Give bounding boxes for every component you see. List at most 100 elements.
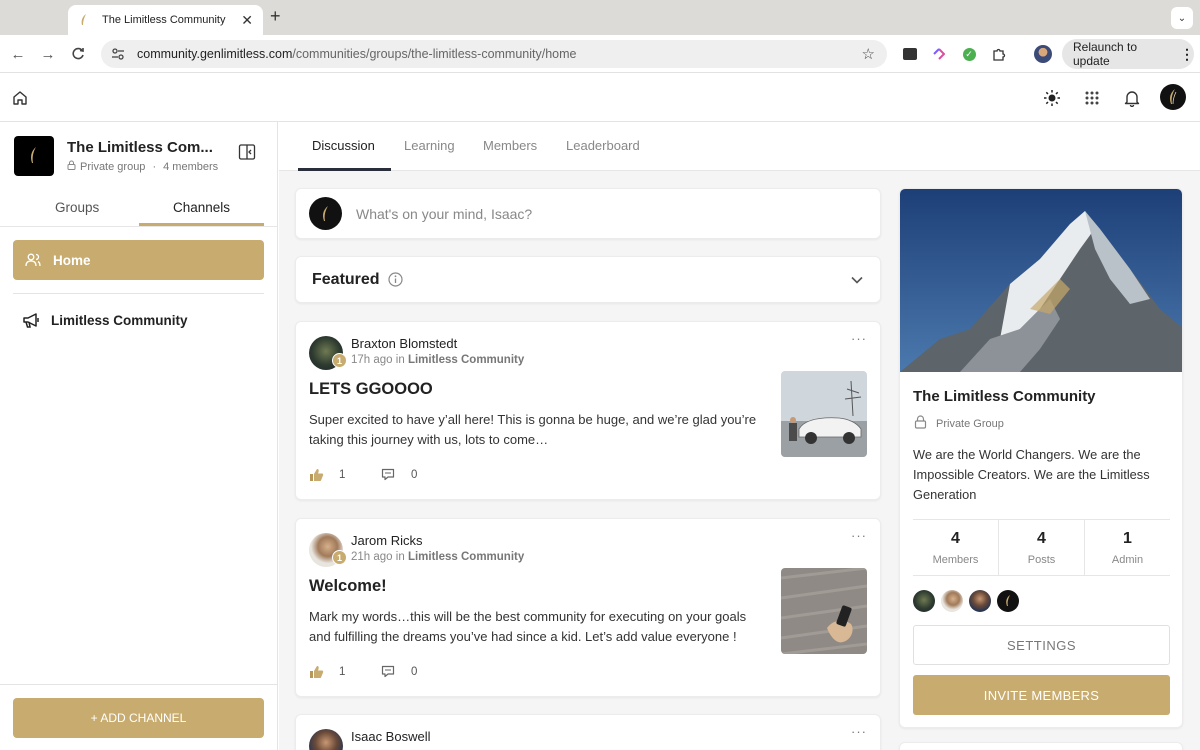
more-options-icon[interactable]: ··· xyxy=(851,724,867,739)
browser-menu-icon[interactable]: ⋮ xyxy=(1180,46,1194,63)
megaphone-icon xyxy=(22,312,41,329)
community-title: The Limitless Community xyxy=(913,388,1096,405)
post-thumbnail-car[interactable] xyxy=(781,371,867,457)
post-title[interactable]: LETS GGOOOO xyxy=(309,380,433,399)
add-channel-button[interactable]: + ADD CHANNEL xyxy=(13,698,264,738)
extension-icon-dark[interactable] xyxy=(901,45,919,63)
member-avatar[interactable] xyxy=(997,590,1019,612)
featured-section[interactable]: Featured xyxy=(295,256,881,303)
post-author[interactable]: Braxton Blomstedt xyxy=(351,336,457,351)
member-avatar[interactable] xyxy=(913,590,935,612)
sidebar-bottom-divider xyxy=(0,684,278,685)
comment-icon xyxy=(381,468,395,481)
theme-sun-icon[interactable] xyxy=(1041,87,1063,109)
post-author[interactable]: Isaac Boswell xyxy=(351,729,430,744)
settings-button[interactable]: SETTINGS xyxy=(913,625,1170,665)
site-settings-icon[interactable] xyxy=(109,45,127,63)
back-icon[interactable]: ← xyxy=(8,44,28,64)
post-card: 1 Braxton Blomstedt 17h ago in Limitless… xyxy=(295,321,881,500)
user-avatar[interactable] xyxy=(1160,84,1186,110)
comment-button[interactable]: 0 xyxy=(381,665,417,678)
channel-home[interactable]: Home xyxy=(13,240,264,280)
post-channel[interactable]: Limitless Community xyxy=(408,354,524,366)
new-tab-icon[interactable]: + xyxy=(270,6,281,27)
bookmark-star-icon[interactable]: ☆ xyxy=(862,45,875,63)
more-options-icon[interactable]: ··· xyxy=(851,528,867,543)
active-tab-indicator xyxy=(139,223,264,226)
member-avatars xyxy=(913,590,1019,612)
privacy-label: Private Group xyxy=(936,417,1004,430)
tab-learning[interactable]: Learning xyxy=(404,138,455,153)
app-header xyxy=(0,73,1200,122)
relaunch-label: Relaunch to update xyxy=(1073,40,1138,68)
secondary-card xyxy=(899,742,1183,750)
stat-members[interactable]: 4 Members xyxy=(913,520,998,575)
post-thumbnail-phone[interactable] xyxy=(781,568,867,654)
browser-tabstrip: The Limitless Community ✕ + ⌄ xyxy=(0,0,1200,35)
relaunch-button[interactable]: Relaunch to update ⋮ xyxy=(1062,39,1194,69)
stat-value: 4 xyxy=(951,530,960,547)
browser-tab[interactable]: The Limitless Community ✕ xyxy=(68,5,263,35)
stat-value: 4 xyxy=(1037,530,1046,547)
comment-icon xyxy=(381,665,395,678)
like-button[interactable]: 1 xyxy=(309,665,345,679)
post-author[interactable]: Jarom Ricks xyxy=(351,533,423,548)
home-icon[interactable] xyxy=(9,87,31,109)
cover-image-mountain xyxy=(900,189,1182,372)
like-button[interactable]: 1 xyxy=(309,468,345,482)
group-member-count: 4 members xyxy=(163,160,219,173)
sidebar: The Limitless Com... Private group · 4 m… xyxy=(0,122,278,750)
main-content: Discussion Learning Members Leaderboard … xyxy=(279,122,1200,750)
more-options-icon[interactable]: ··· xyxy=(851,331,867,346)
apps-grid-icon[interactable] xyxy=(1081,87,1103,109)
channel-label: Limitless Community xyxy=(51,313,188,328)
url-host: community.genlimitless.com xyxy=(137,47,293,61)
group-privacy: Private group xyxy=(80,160,146,173)
main-tabs: Discussion Learning Members Leaderboard xyxy=(279,122,1200,171)
group-name[interactable]: The Limitless Com... xyxy=(67,139,213,156)
reload-icon[interactable] xyxy=(68,44,88,64)
lock-icon xyxy=(67,160,76,173)
tab-groups[interactable]: Groups xyxy=(55,200,99,215)
member-avatar[interactable] xyxy=(941,590,963,612)
tab-discussion[interactable]: Discussion xyxy=(312,138,375,153)
post-body: Mark my words…this will be the best comm… xyxy=(309,609,747,644)
post-composer[interactable]: What's on your mind, Isaac? xyxy=(295,188,881,239)
extension-icon-colorful[interactable] xyxy=(930,45,948,63)
stat-posts[interactable]: 4 Posts xyxy=(998,520,1084,575)
post-title[interactable]: Welcome! xyxy=(309,577,387,596)
tab-leaderboard[interactable]: Leaderboard xyxy=(566,138,640,153)
post-meta: 17h ago in Limitless Community xyxy=(351,354,524,366)
invite-members-button[interactable]: INVITE MEMBERS xyxy=(913,675,1170,715)
composer-avatar xyxy=(309,197,342,230)
sidebar-divider xyxy=(13,293,264,294)
post-body: Super excited to have y’all here! This i… xyxy=(309,412,757,447)
lock-icon xyxy=(914,415,927,432)
community-stats: 4 Members 4 Posts 1 Admin xyxy=(913,519,1170,576)
tabs-divider xyxy=(0,226,278,227)
post-in: in xyxy=(395,551,405,563)
stat-admin[interactable]: 1 Admin xyxy=(1084,520,1170,575)
notification-bell-icon[interactable] xyxy=(1121,87,1143,109)
forward-icon[interactable]: → xyxy=(38,44,58,64)
tab-channels[interactable]: Channels xyxy=(173,200,230,215)
home-label: Home xyxy=(53,252,91,268)
address-bar[interactable]: community.genlimitless.com/communities/g… xyxy=(101,40,887,68)
member-avatar[interactable] xyxy=(969,590,991,612)
users-icon xyxy=(25,253,41,267)
post-channel[interactable]: Limitless Community xyxy=(408,551,524,563)
info-icon[interactable] xyxy=(387,272,403,287)
browser-toolbar: ← → community.genlimitless.com/communiti… xyxy=(0,35,1200,73)
extensions-puzzle-icon[interactable] xyxy=(990,45,1008,63)
comment-button[interactable]: 0 xyxy=(381,468,417,481)
profile-avatar-icon[interactable] xyxy=(1034,45,1052,63)
extension-check-icon[interactable]: ✓ xyxy=(960,45,978,63)
tab-members[interactable]: Members xyxy=(483,138,537,153)
channel-limitless-community[interactable]: Limitless Community xyxy=(22,312,188,329)
author-avatar[interactable] xyxy=(309,729,343,750)
close-tab-icon[interactable]: ✕ xyxy=(241,12,253,29)
tab-search-icon[interactable]: ⌄ xyxy=(1171,7,1193,29)
collapse-sidebar-icon[interactable] xyxy=(238,143,256,161)
community-info-card: The Limitless Community Private Group We… xyxy=(899,188,1183,728)
chevron-down-icon[interactable] xyxy=(850,273,864,292)
